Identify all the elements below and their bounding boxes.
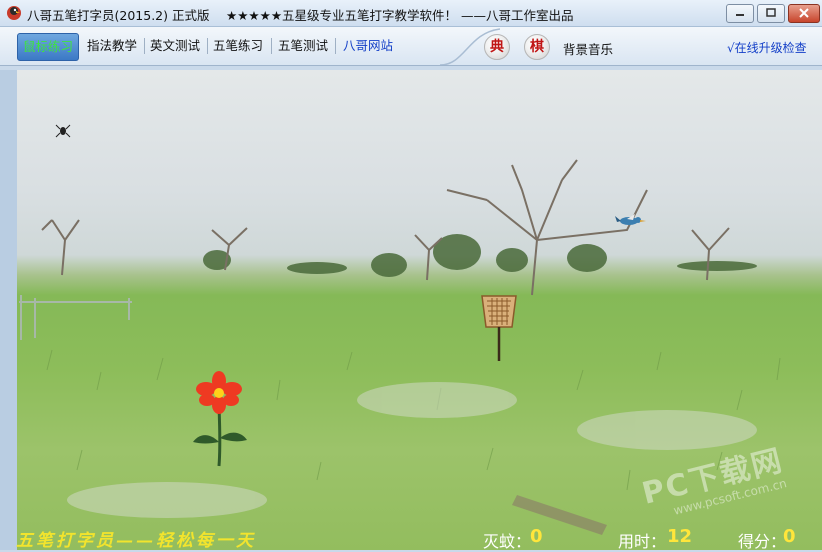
minimize-button[interactable]: [726, 4, 754, 23]
fence: [19, 295, 132, 340]
main-toolbar: 鼠标练习 指法教学 英文测试 五笔练习 五笔测试 八哥网站 典 棋 背景音乐 √…: [0, 27, 822, 66]
slogan-banner: 五笔打字员——轻松每一天: [16, 531, 256, 551]
left-frame-strip: [0, 70, 17, 550]
kills-label: 灭蚊：: [483, 532, 532, 551]
tab-wubi-test[interactable]: 五笔测试: [275, 33, 331, 59]
dictionary-button[interactable]: 典: [484, 34, 510, 60]
tab-english-test[interactable]: 英文测试: [147, 33, 203, 59]
close-icon: [799, 8, 809, 18]
time-value: 12: [667, 526, 693, 547]
title-bar: 八哥五笔打字员(2015.2) 正式版 ★★★★★五星级专业五笔打字教学软件！ …: [0, 0, 822, 27]
parrot-app-icon: [7, 6, 21, 20]
minimize-icon: [736, 14, 744, 16]
tab-divider: [144, 38, 145, 54]
window-title: 八哥五笔打字员(2015.2) 正式版: [27, 8, 210, 23]
fly-swatter-icon[interactable]: [479, 293, 519, 363]
kills-value: 0: [530, 526, 543, 547]
online-upgrade-link[interactable]: √在线升级检查: [727, 39, 807, 56]
tab-mouse-practice[interactable]: 鼠标练习: [17, 33, 79, 61]
chess-button[interactable]: 棋: [524, 34, 550, 60]
tab-divider: [207, 38, 208, 54]
tab-fingering-lesson[interactable]: 指法教学: [84, 33, 140, 59]
score-value: 0: [783, 526, 796, 547]
mosquito-icon[interactable]: [55, 124, 71, 138]
bird-icon: [615, 214, 646, 225]
tab-bage-website[interactable]: 八哥网站: [340, 33, 396, 59]
tab-divider: [271, 38, 272, 54]
time-label: 用时：: [618, 532, 667, 551]
maximize-icon: [766, 8, 776, 17]
window-slogan: ★★★★★五星级专业五笔打字教学软件！ ——八哥工作室出品: [226, 8, 574, 23]
maximize-button[interactable]: [757, 4, 785, 23]
background-music-toggle[interactable]: 背景音乐: [563, 39, 613, 58]
distant-trees: [203, 234, 757, 277]
red-flower-icon: [193, 371, 247, 467]
score-label: 得分：: [738, 532, 787, 551]
close-button[interactable]: [788, 4, 820, 23]
tab-wubi-practice[interactable]: 五笔练习: [210, 33, 266, 59]
tab-divider: [335, 38, 336, 54]
